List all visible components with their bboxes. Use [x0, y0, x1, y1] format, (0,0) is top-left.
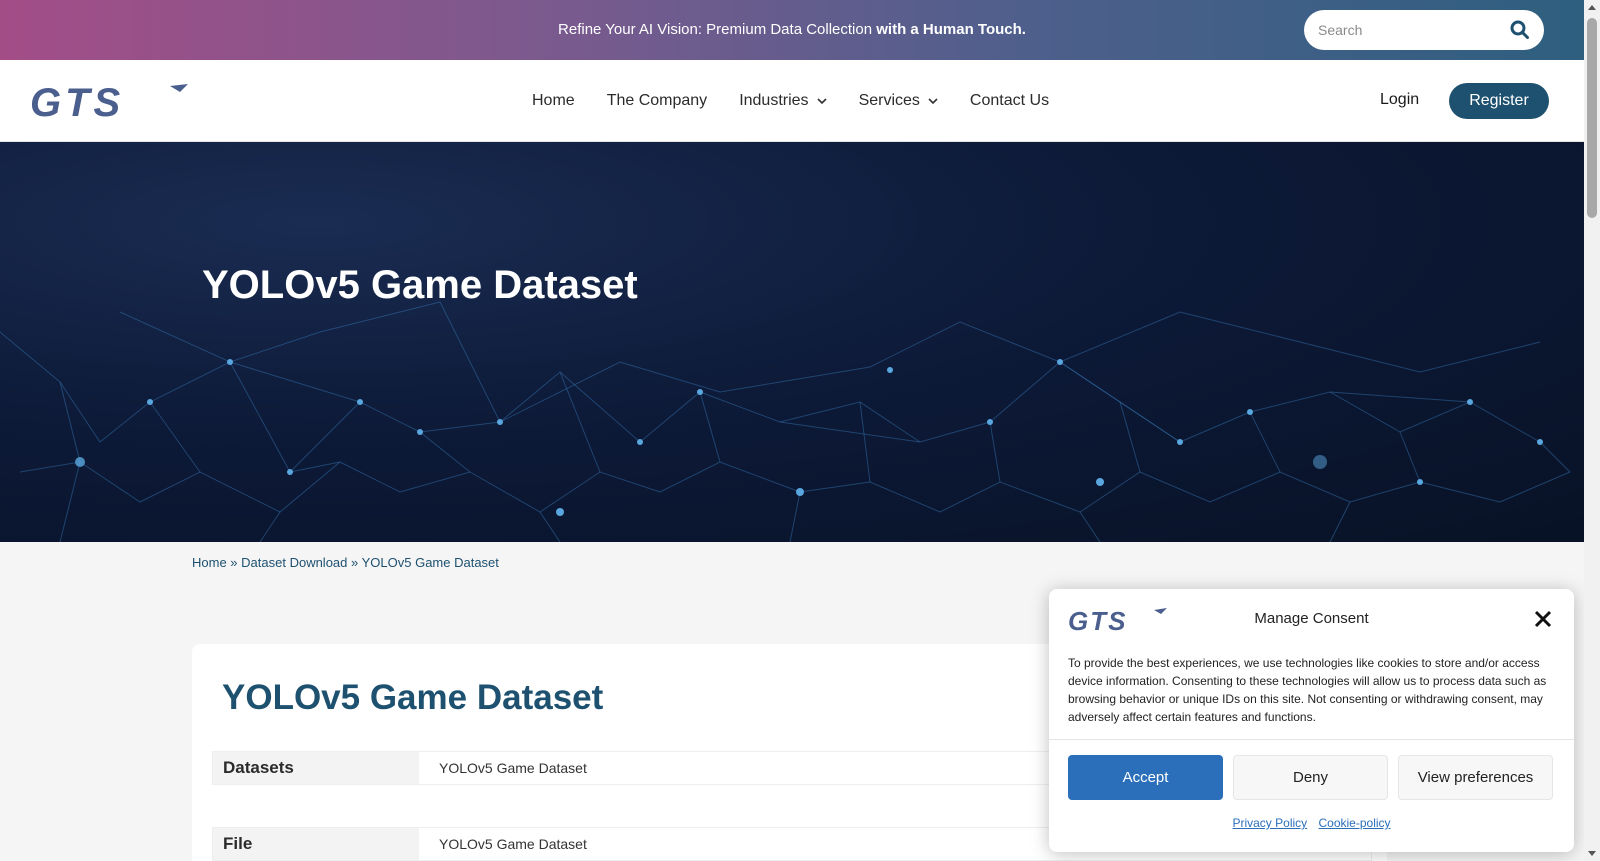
row-key: File	[213, 828, 419, 860]
scroll-down-arrow[interactable]	[1588, 851, 1596, 856]
announcement-plain: Refine Your AI Vision: Premium Data Coll…	[558, 21, 877, 38]
breadcrumb-separator: »	[347, 555, 362, 570]
hero-banner: YOLOv5 Game Dataset	[0, 142, 1584, 542]
cookie-policy-link[interactable]: Cookie-policy	[1319, 816, 1391, 830]
breadcrumb: Home » Dataset Download » YOLOv5 Game Da…	[192, 555, 499, 570]
search-icon[interactable]	[1510, 20, 1530, 40]
nav-industries[interactable]: Industries	[739, 92, 827, 110]
nav-company-label: The Company	[606, 92, 708, 109]
consent-links: Privacy Policy Cookie-policy	[1049, 816, 1574, 830]
nav-services-label: Services	[858, 92, 920, 109]
nav-services[interactable]: Services	[859, 92, 938, 110]
search-box[interactable]	[1304, 10, 1544, 50]
logo-text: GTS	[30, 82, 124, 122]
scroll-thumb[interactable]	[1587, 18, 1597, 218]
row-value: YOLOv5 Game Dataset	[439, 760, 587, 776]
breadcrumb-dataset-download[interactable]: Dataset Download	[241, 555, 347, 570]
nav-home[interactable]: Home	[532, 92, 575, 110]
breadcrumb-home[interactable]: Home	[192, 555, 227, 570]
divider	[1049, 739, 1574, 740]
dataset-title: YOLOv5 Game Dataset	[222, 678, 604, 717]
login-link[interactable]: Login	[1380, 91, 1419, 109]
nav-contact-label: Contact Us	[969, 92, 1050, 109]
register-button[interactable]: Register	[1449, 83, 1549, 119]
hero-title: YOLOv5 Game Dataset	[202, 263, 638, 307]
nav-home-label: Home	[532, 92, 575, 109]
nav-the-company[interactable]: The Company	[607, 92, 708, 110]
announcement-bold: with a Human Touch.	[876, 21, 1026, 38]
site-header: GTS Home The Company Industries Services…	[0, 60, 1584, 142]
scroll-up-arrow[interactable]	[1588, 5, 1596, 10]
close-icon[interactable]	[1533, 609, 1553, 629]
view-preferences-button[interactable]: View preferences	[1398, 755, 1553, 800]
announcement-bar: Refine Your AI Vision: Premium Data Coll…	[0, 0, 1584, 60]
chevron-down-icon	[928, 97, 938, 104]
search-input[interactable]	[1318, 22, 1498, 38]
row-key: Datasets	[213, 752, 419, 784]
consent-title: Manage Consent	[1254, 610, 1369, 627]
consent-body: To provide the best experiences, we use …	[1068, 656, 1547, 724]
row-value: YOLOv5 Game Dataset	[439, 836, 587, 852]
nav-industries-label: Industries	[739, 92, 809, 109]
chevron-down-icon	[816, 97, 827, 104]
privacy-policy-link[interactable]: Privacy Policy	[1232, 816, 1307, 830]
network-background	[0, 301, 1571, 542]
accept-button[interactable]: Accept	[1068, 755, 1223, 800]
breadcrumb-current: YOLOv5 Game Dataset	[361, 555, 499, 570]
deny-button[interactable]: Deny	[1233, 755, 1388, 800]
nav-contact-us[interactable]: Contact Us	[970, 92, 1049, 110]
consent-dialog: GTS Manage Consent To provide the best e…	[1049, 589, 1574, 852]
main-nav: Home The Company Industries Services Con…	[532, 92, 1049, 110]
gts-logo[interactable]: GTS	[30, 82, 190, 122]
breadcrumb-separator: »	[226, 555, 242, 570]
page-scrollbar[interactable]	[1584, 0, 1600, 861]
